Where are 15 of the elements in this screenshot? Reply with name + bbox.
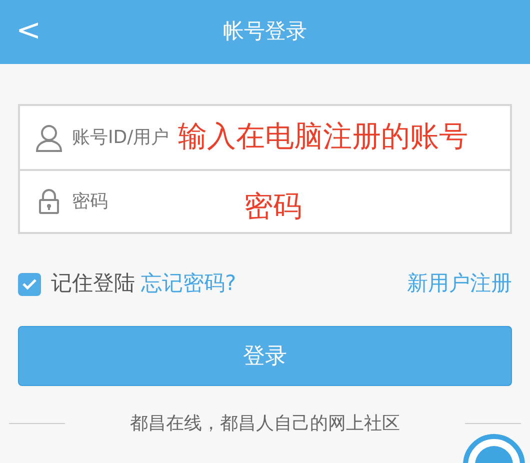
- register-link[interactable]: 新用户注册: [407, 268, 512, 300]
- footer-slogan: 都昌在线，都昌人自己的网上社区: [129, 412, 401, 436]
- remember-checkbox[interactable]: [18, 272, 41, 296]
- screen-title: 帐号登录: [223, 18, 307, 46]
- password-field[interactable]: 密码: [72, 188, 132, 215]
- user-icon: [34, 122, 64, 152]
- lock-icon: [38, 188, 60, 214]
- remember-label: 记住登陆: [51, 270, 135, 298]
- check-icon: [22, 278, 37, 290]
- login-button[interactable]: 登录: [18, 326, 512, 386]
- back-button[interactable]: <: [14, 14, 44, 48]
- username-field[interactable]: 账号ID/用户: [72, 124, 176, 151]
- annotation-text: 密码: [244, 188, 302, 224]
- forgot-password-link[interactable]: 忘记密码?: [141, 268, 236, 300]
- annotation-text: 输入在电脑注册的账号: [178, 118, 468, 154]
